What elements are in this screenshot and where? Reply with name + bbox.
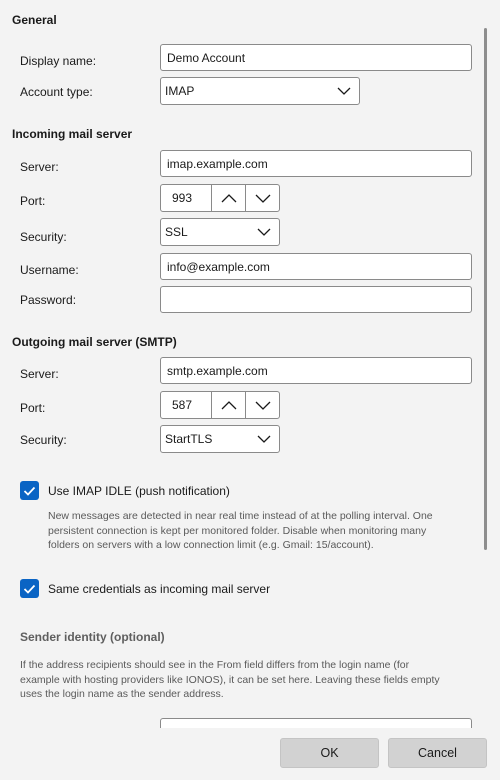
section-title-sender-identity: Sender identity (optional) (20, 630, 165, 644)
section-title-general: General (12, 13, 57, 27)
sender-identity-help-line: uses the login name as the sender addres… (20, 688, 224, 700)
chevron-up-icon (221, 400, 236, 409)
imap-idle-help-line: New messages are detected in near real t… (48, 510, 433, 522)
incoming-server-label: Server: (20, 160, 59, 174)
incoming-port-value: 993 (172, 191, 193, 205)
account-type-label: Account type: (20, 85, 93, 99)
outgoing-server-field[interactable] (160, 357, 472, 384)
section-title-incoming: Incoming mail server (12, 127, 133, 141)
outgoing-port-label: Port: (20, 401, 46, 415)
chevron-down-icon (255, 401, 270, 410)
incoming-port-label: Port: (20, 194, 46, 208)
incoming-security-dropdown[interactable]: SSL (160, 218, 280, 246)
outgoing-security-dropdown[interactable]: StartTLS (160, 425, 280, 453)
incoming-port-decrement-button[interactable] (245, 185, 279, 211)
incoming-port-increment-button[interactable] (211, 185, 245, 211)
incoming-security-label: Security: (20, 230, 67, 244)
chevron-down-icon (257, 434, 271, 444)
username-field[interactable] (160, 253, 472, 280)
account-type-value: IMAP (165, 84, 195, 98)
outgoing-port-stepper[interactable]: 587 (160, 391, 280, 419)
sender-identity-help-line: example with hosting providers like IONO… (20, 673, 440, 686)
outgoing-security-label: Security: (20, 433, 67, 447)
imap-idle-help: New messages are detected in near real t… (48, 509, 433, 553)
outgoing-port-increment-button[interactable] (211, 392, 245, 418)
display-name-label: Display name: (20, 54, 97, 68)
imap-idle-checkbox[interactable] (20, 481, 39, 500)
imap-idle-help-line: persistent connection is kept per monito… (48, 524, 427, 537)
chevron-down-icon (337, 86, 351, 96)
outgoing-port-decrement-button[interactable] (245, 392, 279, 418)
checkmark-icon (23, 584, 36, 594)
outgoing-server-label: Server: (20, 367, 59, 381)
section-title-outgoing: Outgoing mail server (SMTP) (12, 335, 177, 349)
incoming-security-value: SSL (165, 225, 188, 239)
password-field[interactable] (160, 286, 472, 313)
chevron-up-icon (221, 193, 236, 202)
same-credentials-label[interactable]: Same credentials as incoming mail server (48, 582, 270, 596)
scrollbar-thumb[interactable] (484, 28, 487, 550)
ok-button[interactable]: OK (280, 738, 379, 768)
incoming-server-field[interactable] (160, 150, 472, 177)
same-credentials-checkbox[interactable] (20, 579, 39, 598)
cancel-button[interactable]: Cancel (388, 738, 487, 768)
account-type-dropdown[interactable]: IMAP (160, 77, 360, 105)
checkmark-icon (23, 486, 36, 496)
sender-identity-help-line: If the address recipients should see in … (20, 659, 410, 671)
outgoing-security-value: StartTLS (165, 432, 213, 446)
display-name-field[interactable] (160, 44, 472, 71)
chevron-down-icon (255, 194, 270, 203)
imap-idle-help-line: folders on servers with a low connection… (48, 539, 374, 551)
imap-idle-label[interactable]: Use IMAP IDLE (push notification) (48, 484, 230, 498)
incoming-port-stepper[interactable]: 993 (160, 184, 280, 212)
chevron-down-icon (257, 227, 271, 237)
outgoing-port-value: 587 (172, 398, 193, 412)
sender-identity-help: If the address recipients should see in … (20, 658, 440, 702)
username-label: Username: (20, 263, 79, 277)
password-label: Password: (20, 293, 77, 307)
